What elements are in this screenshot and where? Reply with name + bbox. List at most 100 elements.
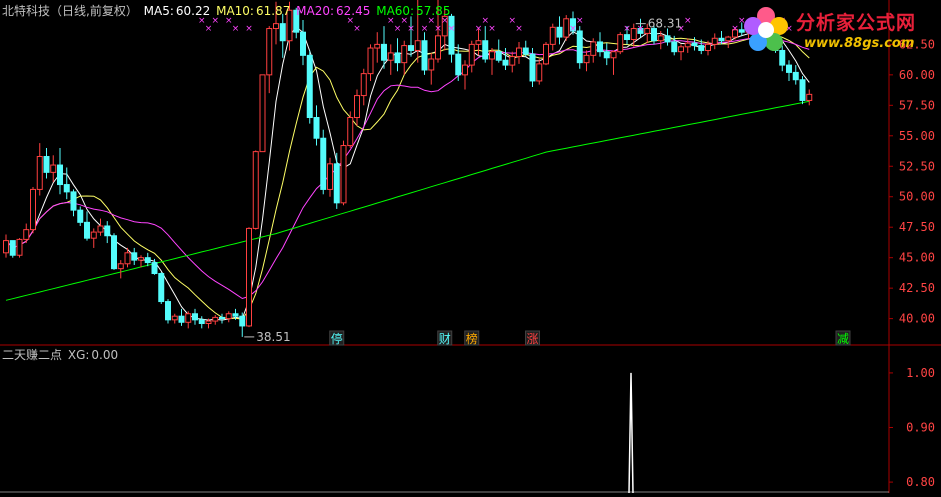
candle-body [246, 227, 252, 327]
candle-body [684, 42, 691, 48]
signal-marker: × [684, 16, 692, 26]
candle-body [259, 74, 266, 153]
stock-chart[interactable]: 40.00 42.50 45.00 47.50 50.00 52.50 55.00 57.50… [0, 0, 941, 494]
candle-body [77, 209, 84, 223]
candle-body [333, 163, 340, 204]
candle-body [3, 240, 9, 254]
candle-body [455, 53, 462, 76]
candle-body [84, 221, 90, 239]
event-tag-124: 减 [837, 332, 849, 346]
high-price-annotation: 68.31 [648, 17, 682, 31]
candle-body [603, 51, 610, 59]
candle-body [786, 64, 792, 73]
ma10-label: MA10: [216, 4, 254, 18]
candle-body [205, 320, 212, 324]
signal-marker: × [407, 24, 415, 34]
candle-body [718, 37, 725, 42]
event-tag-69: 榜 [466, 331, 478, 346]
candle-body [313, 117, 320, 139]
candle-body [408, 45, 414, 51]
candle-body [711, 37, 718, 45]
candle-body [97, 225, 104, 233]
candle-body [394, 52, 401, 64]
candle-body [30, 188, 36, 231]
y-tick-label: 57.50 [899, 98, 935, 112]
ma60-label: MA60: [376, 4, 415, 18]
xg-label: XG: [67, 348, 90, 362]
candle-body [563, 18, 570, 38]
candle-body [9, 240, 16, 256]
ma10-line [5, 33, 810, 320]
candle-body [630, 28, 637, 41]
candle-body [171, 315, 178, 321]
candle-body [273, 23, 279, 30]
y-tick-label: 50.00 [899, 190, 935, 204]
logo-url: www.88gs.com [804, 36, 915, 51]
ma5-value: 60.22 [175, 4, 211, 18]
candle-body [219, 316, 225, 320]
ma60-value: 57.85 [416, 4, 451, 18]
candle-body [624, 34, 630, 41]
y-tick-label: 40.00 [899, 312, 935, 326]
candle-body [502, 59, 509, 66]
signal-marker: × [576, 16, 584, 26]
y-tick-label: 60.00 [899, 68, 935, 82]
candle-body [340, 145, 347, 204]
candle-body [16, 238, 23, 256]
candle-body [327, 163, 333, 190]
candle-body [138, 257, 144, 261]
candle-body [165, 301, 171, 321]
event-tag-49: 停 [331, 331, 343, 346]
y-tick-label: 52.50 [899, 159, 935, 173]
signal-marker: × [488, 24, 496, 34]
candle-body [151, 262, 158, 275]
candle-body [792, 71, 799, 81]
candle-body [320, 137, 327, 190]
candle-body [367, 47, 374, 75]
candle-body [428, 58, 435, 71]
candle-body [597, 41, 603, 53]
candle-body [347, 117, 354, 147]
candle-body [509, 56, 516, 66]
candle-body [495, 51, 502, 61]
candle-body [192, 313, 198, 321]
candle-body [63, 184, 70, 193]
sub-y-tick-label: 0.90 [906, 421, 935, 435]
chart-stage[interactable]: 40.00 42.50 45.00 47.50 50.00 52.50 55.00 57.50… [0, 0, 941, 494]
y-tick-label: 45.00 [899, 251, 935, 265]
candle-body [117, 263, 124, 270]
candle-body [401, 45, 408, 64]
candle-body [516, 47, 522, 58]
candle-body [252, 151, 259, 229]
candle-body [806, 93, 813, 101]
candle-body [610, 51, 617, 59]
ma5-line [5, 26, 810, 321]
candle-body [23, 229, 30, 240]
candle-body [43, 156, 50, 173]
candle-body [671, 41, 678, 53]
candle-body [583, 54, 590, 64]
candle-body [178, 315, 185, 323]
sub-y-tick-label: 1.00 [906, 366, 935, 380]
candle-body [158, 273, 165, 303]
candle-body [705, 43, 711, 51]
sub-y-tick-label: 0.80 [906, 475, 935, 489]
candle-body [198, 319, 205, 324]
logo-name: 分析家公式网 [796, 12, 917, 34]
y-tick-label: 55.00 [899, 129, 935, 143]
candle-body [448, 15, 455, 55]
ma10-value: 61.87 [255, 4, 291, 18]
candle-body [468, 43, 475, 66]
candle-body [232, 313, 239, 317]
candle-body [185, 313, 192, 323]
candle-body [725, 36, 732, 42]
low-price-annotation: 38.51 [256, 330, 290, 344]
candle-body [799, 79, 806, 101]
candle-body [104, 225, 111, 237]
ma5-label: MA5: [143, 4, 174, 18]
xg-spike [628, 372, 634, 494]
candle-body [374, 43, 381, 49]
candle-body [698, 45, 705, 51]
signal-marker: × [448, 24, 456, 34]
candle-body [421, 40, 428, 71]
